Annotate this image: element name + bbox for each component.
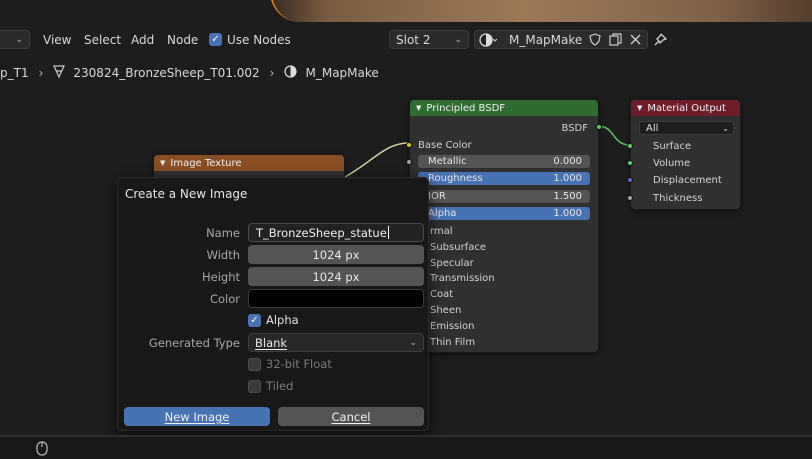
panel-label: Thin Film [430, 336, 476, 348]
name-label: Name [206, 226, 240, 240]
panel-coat[interactable]: Coat [410, 286, 598, 302]
output-label: BSDF [561, 122, 588, 134]
panel-label: Sheen [430, 304, 462, 316]
panel-thin-film[interactable]: Thin Film [410, 334, 598, 350]
socket-base-color[interactable] [406, 142, 412, 148]
principled-bsdf-node[interactable]: ▼ Principled BSDF BSDF Base Color Metall… [406, 99, 602, 353]
float-checkbox[interactable]: 32-bit Float [248, 357, 332, 371]
input-volume: Volume [631, 155, 740, 171]
field-value: 0.000 [553, 156, 582, 167]
dialog-title: Create a New Image [125, 187, 248, 201]
width-label: Width [206, 248, 240, 262]
field-value: 1.000 [553, 173, 582, 184]
socket-thickness[interactable] [627, 195, 633, 201]
roughness-field[interactable]: Roughness 1.000 [418, 172, 590, 185]
cancel-button[interactable]: Cancel [278, 407, 424, 426]
width-field[interactable]: 1024 px [248, 245, 424, 264]
node-header[interactable]: ▼ Principled BSDF [410, 100, 598, 116]
metallic-field[interactable]: Metallic 0.000 [418, 155, 590, 168]
panel-subsurface[interactable]: Subsurface [410, 239, 598, 255]
panel-label: Coat [430, 288, 454, 300]
panel-label: Specular [430, 257, 474, 269]
input-displacement: Displacement [631, 172, 740, 188]
input-label: Volume [653, 157, 691, 169]
target-value: All [646, 122, 659, 134]
input-thickness: Thickness [631, 190, 740, 206]
field-label: Metallic [428, 156, 467, 167]
generated-type-value: Blank [255, 335, 288, 350]
input-label: Surface [653, 140, 692, 152]
new-image-button[interactable]: New Image [124, 407, 270, 426]
height-field[interactable]: 1024 px [248, 267, 424, 286]
panel-specular[interactable]: Specular [410, 255, 598, 271]
tiled-label: Tiled [266, 379, 294, 393]
name-input[interactable]: T_BronzeSheep_statue [248, 223, 424, 242]
height-label: Height [201, 270, 240, 284]
collapse-triangle-icon[interactable]: ▼ [416, 104, 421, 112]
field-label: Roughness [428, 173, 483, 184]
input-label: Thickness [653, 192, 703, 204]
link-bsdf-to-surface [597, 125, 631, 146]
checkbox-unchecked-icon[interactable] [248, 379, 261, 393]
chevron-down-icon: ⌄ [409, 337, 417, 348]
panel-normal[interactable]: rmal [410, 223, 598, 239]
alpha-field[interactable]: Alpha 1.000 [418, 207, 590, 220]
generated-type-dropdown[interactable]: Blank ⌄ [248, 333, 424, 352]
collapse-triangle-icon[interactable]: ▼ [160, 159, 165, 167]
alpha-checkbox[interactable]: ✓ Alpha [248, 313, 299, 327]
alpha-label: Alpha [266, 313, 299, 327]
panel-label: Emission [430, 320, 475, 332]
socket-volume[interactable] [627, 160, 633, 166]
field-label: Alpha [428, 208, 457, 219]
field-value: 1.500 [553, 191, 582, 202]
float-label: 32-bit Float [266, 357, 332, 371]
node-header[interactable]: ▼ Material Output [631, 100, 740, 116]
socket-metallic[interactable] [406, 159, 412, 165]
panel-sheen[interactable]: Sheen [410, 302, 598, 318]
node-title: Principled BSDF [426, 102, 506, 114]
material-output-node[interactable]: ▼ Material Output All ⌄ Surface Volume D… [627, 99, 741, 210]
link-color-to-basecolor [344, 142, 410, 178]
color-swatch[interactable] [248, 289, 424, 308]
color-label: Color [209, 292, 240, 306]
panel-label: Subsurface [430, 241, 486, 253]
mouse-icon [36, 441, 48, 459]
chevron-down-icon: ⌄ [722, 123, 729, 133]
field-label: IOR [428, 191, 446, 202]
panel-transmission[interactable]: Transmission [410, 270, 598, 286]
checkbox-unchecked-icon[interactable] [248, 357, 261, 371]
ior-field[interactable]: IOR 1.500 [418, 190, 590, 203]
input-label: Base Color [418, 139, 472, 151]
field-value: 1.000 [553, 208, 582, 219]
create-new-image-dialog: Create a New Image Name T_BronzeSheep_st… [117, 177, 429, 431]
name-value: T_BronzeSheep_statue [256, 225, 387, 240]
collapse-triangle-icon[interactable]: ▼ [637, 104, 642, 112]
node-title: Image Texture [170, 157, 242, 169]
input-base-color: Base Color [410, 137, 598, 153]
text-cursor [387, 226, 389, 239]
node-header[interactable]: ▼ Image Texture [154, 155, 344, 171]
input-surface: Surface [631, 138, 740, 154]
generated-type-label: Generated Type [148, 336, 240, 350]
node-title: Material Output [647, 102, 726, 114]
panel-label: rmal [430, 225, 453, 237]
output-bsdf: BSDF [410, 120, 598, 136]
input-label: Displacement [653, 174, 722, 186]
checkbox-checked-icon[interactable]: ✓ [248, 313, 261, 327]
tiled-checkbox[interactable]: Tiled [248, 379, 293, 393]
socket-displacement[interactable] [627, 177, 633, 183]
panel-label: Transmission [430, 272, 495, 284]
status-bar [0, 435, 812, 459]
target-dropdown[interactable]: All ⌄ [639, 121, 734, 135]
panel-emission[interactable]: Emission [410, 318, 598, 334]
socket-surface[interactable] [627, 143, 633, 149]
socket-bsdf-output[interactable] [596, 124, 602, 130]
